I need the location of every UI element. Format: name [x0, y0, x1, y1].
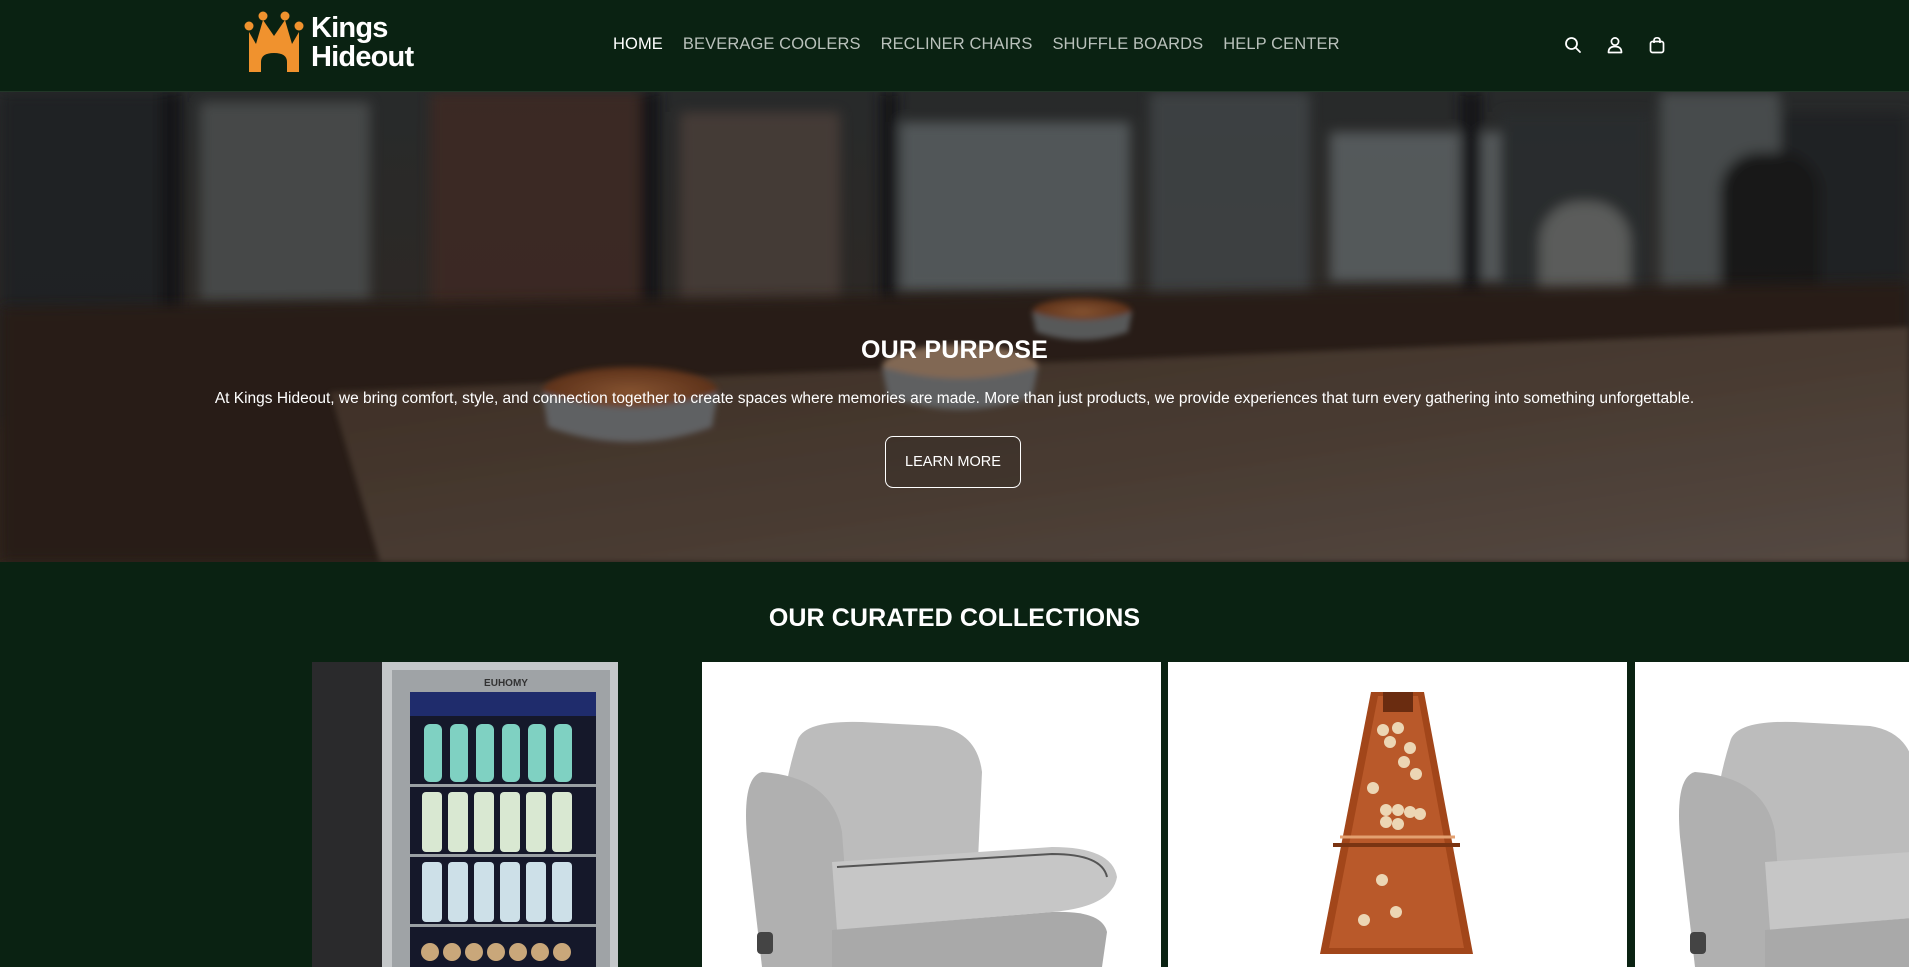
beverage-cooler-image: EUHOMY	[312, 662, 618, 967]
shuffleboard-image	[1168, 662, 1627, 967]
account-button[interactable]	[1594, 30, 1636, 60]
nav-item-shuffle-boards[interactable]: SHUFFLE BOARDS	[1042, 35, 1213, 54]
crown-logo-icon	[244, 11, 304, 72]
main-nav: HOME BEVERAGE COOLERS RECLINER CHAIRS SH…	[603, 0, 1350, 88]
learn-more-button[interactable]: LEARN MORE	[885, 436, 1021, 488]
collection-card-beverage-coolers[interactable]: EUHOMY	[312, 662, 618, 967]
nav-item-recliner-chairs[interactable]: RECLINER CHAIRS	[871, 35, 1043, 54]
collection-card-recliner-chairs[interactable]	[702, 662, 1161, 967]
search-button[interactable]	[1552, 30, 1594, 60]
brand-name: Kings Hideout	[311, 12, 414, 73]
recliner-chair-image	[702, 662, 1161, 967]
cart-icon	[1649, 36, 1665, 54]
brand-logo[interactable]: Kings Hideout	[244, 10, 420, 74]
hero-background-image	[0, 92, 1909, 562]
collection-card-shuffle-boards[interactable]	[1168, 662, 1627, 967]
brand-name-line1: Kings	[311, 12, 388, 44]
nav-item-help-center[interactable]: HELP CENTER	[1213, 35, 1349, 54]
hero-section: OUR PURPOSE At Kings Hideout, we bring c…	[0, 92, 1909, 562]
nav-item-home[interactable]: HOME	[603, 35, 673, 54]
recliner-chair-image	[1635, 662, 1909, 967]
search-icon	[1565, 37, 1581, 53]
header-icons	[1552, 30, 1678, 60]
hero-description: At Kings Hideout, we bring comfort, styl…	[214, 390, 1695, 407]
brand-name-line2: Hideout	[311, 41, 414, 73]
account-icon	[1607, 37, 1623, 54]
nav-item-beverage-coolers[interactable]: BEVERAGE COOLERS	[673, 35, 871, 54]
collections-title: OUR CURATED COLLECTIONS	[768, 604, 1141, 632]
collection-card-recliner-chairs-2[interactable]	[1635, 662, 1909, 967]
site-header: Kings Hideout HOME BEVERAGE COOLERS RECL…	[0, 0, 1909, 92]
cart-button[interactable]	[1636, 30, 1678, 60]
hero-title: OUR PURPOSE	[861, 336, 1048, 364]
cooler-brand-label: EUHOMY	[484, 678, 528, 689]
